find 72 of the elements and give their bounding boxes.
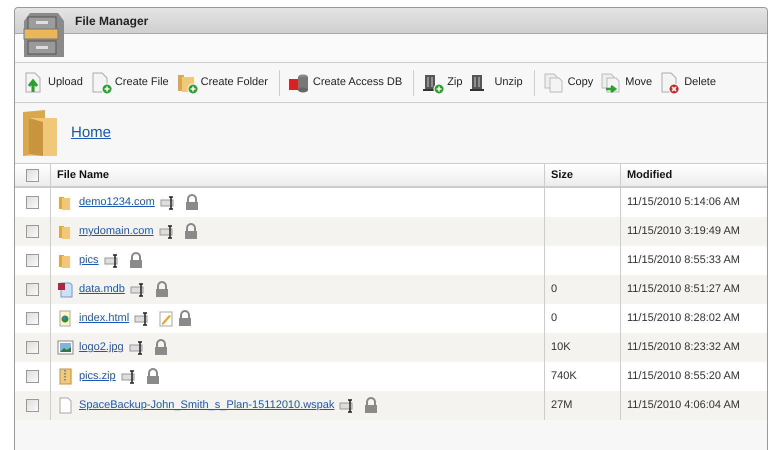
- lock-icon[interactable]: [128, 252, 143, 269]
- modified-text: 11/15/2010 5:14:06 AM: [627, 195, 740, 210]
- checkbox[interactable]: [26, 225, 39, 238]
- table-row[interactable]: SpaceBackup-John_Smith_s_Plan-15112010.wspak 27M 11/15/2010 4:06:04 AM: [15, 391, 767, 420]
- modified-text: 11/15/2010 8:55:33 AM: [627, 253, 740, 268]
- lock-icon[interactable]: [178, 310, 192, 327]
- lock-icon[interactable]: [154, 281, 169, 298]
- column-header[interactable]: Modified: [627, 166, 672, 184]
- modified-text: 11/15/2010 3:19:49 AM: [627, 224, 740, 240]
- zip-file-icon: [57, 368, 74, 385]
- modified-text: 11/15/2010 8:55:20 AM: [627, 369, 740, 384]
- size-text: 0: [551, 311, 558, 326]
- file-link[interactable]: pics: [79, 252, 99, 269]
- modified-text: 11/15/2010 8:28:02 AM: [627, 311, 740, 326]
- toolbar-button[interactable]: Create Access DB: [286, 72, 404, 94]
- file-cabinet-icon: [22, 11, 66, 59]
- lock-icon[interactable]: [146, 368, 160, 385]
- toolbar-button[interactable]: Copy: [540, 72, 596, 94]
- toolbar-button[interactable]: Create File: [88, 72, 171, 94]
- file-icon: [57, 397, 74, 414]
- database-icon: [288, 72, 310, 94]
- file-link[interactable]: SpaceBackup-John_Smith_s_Plan-15112010.wspak: [79, 397, 334, 414]
- table-row[interactable]: pics.zip 740K 11/15/2010 8:55:20 AM: [15, 362, 767, 391]
- file-link[interactable]: pics.zip: [79, 368, 116, 385]
- file-link[interactable]: logo2.jpg: [79, 339, 124, 356]
- image-file-icon: [57, 339, 74, 356]
- modified-text: 11/15/2010 8:51:27 AM: [627, 282, 740, 298]
- column-header[interactable]: Size: [551, 166, 574, 184]
- checkbox[interactable]: [26, 370, 39, 383]
- move-icon: [600, 72, 622, 94]
- table-row[interactable]: index.html 0 11/15/2010 8:28:02 AM: [15, 304, 767, 333]
- file-link[interactable]: mydomain.com: [79, 223, 154, 240]
- folder-icon: [21, 108, 59, 158]
- copy-icon: [542, 72, 565, 94]
- size-text: 27M: [551, 398, 572, 414]
- file-link[interactable]: data.mdb: [79, 281, 125, 298]
- table-row[interactable]: demo1234.com 11/15/2010 5:14:06 AM: [15, 188, 767, 217]
- database-file-icon: [57, 281, 74, 298]
- checkbox[interactable]: [26, 341, 39, 354]
- modified-text: 11/15/2010 8:23:32 AM: [627, 340, 740, 356]
- lock-icon[interactable]: [184, 194, 199, 211]
- size-text: 10K: [551, 340, 571, 356]
- new-file-icon: [90, 72, 112, 94]
- table-row[interactable]: logo2.jpg 10K 11/15/2010 8:23:32 AM: [15, 333, 767, 362]
- toolbar-button[interactable]: Unzip: [467, 72, 525, 94]
- size-text: 0: [551, 282, 558, 298]
- toolbar-button[interactable]: Zip: [420, 72, 464, 94]
- checkbox[interactable]: [26, 312, 39, 325]
- toolbar-button[interactable]: Delete: [657, 72, 718, 94]
- size-text: 740K: [551, 369, 577, 384]
- checkbox[interactable]: [26, 254, 39, 267]
- table-row[interactable]: pics 11/15/2010 8:55:33 AM: [15, 246, 767, 275]
- column-header[interactable]: File Name: [57, 166, 109, 184]
- lock-icon[interactable]: [364, 397, 378, 414]
- file-link[interactable]: demo1234.com: [79, 194, 155, 211]
- home-link[interactable]: Home: [71, 122, 112, 144]
- lock-icon[interactable]: [184, 223, 198, 240]
- checkbox[interactable]: [26, 283, 39, 296]
- toolbar-button[interactable]: Move: [598, 72, 654, 94]
- edit-icon[interactable]: [159, 310, 174, 326]
- delete-icon: [659, 72, 682, 94]
- checkbox[interactable]: [26, 168, 39, 182]
- checkbox[interactable]: [26, 196, 39, 209]
- table-row[interactable]: data.mdb 0 11/15/2010 8:51:27 AM: [15, 275, 767, 304]
- lock-icon[interactable]: [154, 339, 168, 356]
- toolbar-button[interactable]: Upload: [21, 72, 85, 94]
- toolbar-button[interactable]: Create Folder: [174, 72, 270, 94]
- table-row[interactable]: mydomain.com 11/15/2010 3:19:49 AM: [15, 217, 767, 246]
- checkbox[interactable]: [26, 399, 39, 412]
- window-title: File Manager: [75, 12, 148, 30]
- file-link[interactable]: index.html: [79, 310, 130, 327]
- modified-text: 11/15/2010 4:06:04 AM: [627, 398, 740, 414]
